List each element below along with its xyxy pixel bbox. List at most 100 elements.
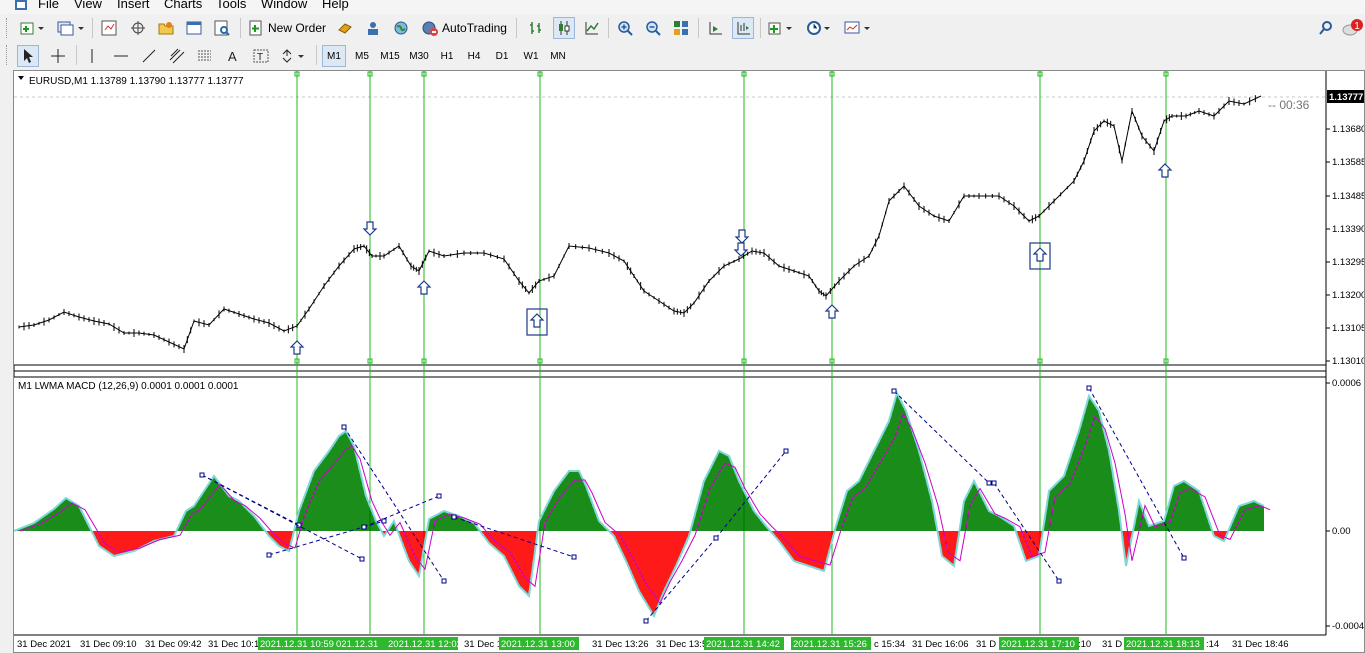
templates-icon <box>844 21 870 34</box>
tf-m15-button[interactable]: M15 <box>377 45 403 67</box>
time-axis-label: 31 Dec 2021 <box>17 639 71 650</box>
arrows-button[interactable] <box>278 45 310 67</box>
crosshair-icon <box>131 21 145 35</box>
new-order-button[interactable]: New Order <box>246 17 328 39</box>
macd-tick-label: 0.00 <box>1332 526 1351 537</box>
text-button[interactable]: A <box>222 45 244 67</box>
menu-tools[interactable]: Tools <box>216 0 246 11</box>
divergence-anchor <box>441 578 447 584</box>
menu-insert[interactable]: Insert <box>117 0 150 11</box>
divergence-anchor <box>991 480 997 486</box>
profiles-button[interactable] <box>55 17 87 39</box>
chart-header: EURUSD,M1 1.13789 1.13790 1.13777 1.1377… <box>29 76 244 87</box>
autotrading-button[interactable]: AutoTrading <box>418 17 510 39</box>
divergence-anchor <box>891 388 897 394</box>
text-label-button[interactable]: T <box>250 45 272 67</box>
price-tick-label: 1.13200 <box>1332 290 1364 301</box>
autoscroll-button[interactable] <box>732 17 754 39</box>
tf-h1-label: H1 <box>440 50 454 62</box>
svg-text:A: A <box>228 49 237 64</box>
price-tick-label: 1.13105 <box>1332 323 1364 334</box>
tf-mn-button[interactable]: MN <box>545 45 571 67</box>
horizontal-line-icon <box>114 55 128 57</box>
crosshair-tool-icon <box>51 49 65 63</box>
menu-help[interactable]: Help <box>322 0 349 11</box>
chart-window[interactable]: EURUSD,M1 1.13789 1.13790 1.13777 1.1377… <box>13 70 1365 653</box>
zoom-out-button[interactable] <box>642 17 664 39</box>
tf-d1-button[interactable]: D1 <box>490 45 514 67</box>
market-button[interactable] <box>362 17 384 39</box>
tf-w1-button[interactable]: W1 <box>518 45 544 67</box>
cursor-button[interactable] <box>17 45 39 67</box>
menu-window[interactable]: Window <box>261 0 307 11</box>
templates-button[interactable] <box>842 17 874 39</box>
market-watch-button[interactable] <box>98 17 120 39</box>
signals-button[interactable] <box>334 17 356 39</box>
tf-m5-button[interactable]: M5 <box>350 45 374 67</box>
periods-button[interactable] <box>804 17 836 39</box>
menu-charts[interactable]: Charts <box>164 0 202 11</box>
tf-m30-label: M30 <box>409 50 429 62</box>
tf-m1-button[interactable]: M1 <box>322 45 346 67</box>
new-chart-button[interactable] <box>18 17 48 39</box>
time-axis-label: 31 Dec 09:42 <box>145 639 202 650</box>
macd-tick-label: 0.0006 <box>1332 378 1361 389</box>
menu-view[interactable]: View <box>74 0 102 11</box>
terminal-icon <box>186 21 202 35</box>
chart-shift-icon <box>709 22 722 35</box>
navigator-button[interactable] <box>155 17 177 39</box>
indicators-button[interactable] <box>766 17 798 39</box>
menu-file[interactable]: File <box>38 0 59 11</box>
indicators-icon <box>768 22 792 35</box>
time-axis-label: 31 Dec 09:10 <box>80 639 137 650</box>
toolbar-grip[interactable] <box>6 18 10 38</box>
terminal-button[interactable] <box>183 17 205 39</box>
time-axis-label: 2021.12.31 12:02 <box>388 639 462 650</box>
line-chart-button[interactable] <box>581 17 603 39</box>
toolbar-grip[interactable] <box>6 45 10 65</box>
time-axis-label: 2021.12.31 18:13 <box>1126 639 1200 650</box>
zoom-in-button[interactable] <box>614 17 636 39</box>
tf-h4-label: H4 <box>467 50 481 62</box>
price-pane[interactable] <box>14 71 1326 365</box>
candlestick-icon <box>559 21 570 35</box>
app-icon <box>15 0 27 10</box>
trendline-button[interactable] <box>138 45 160 67</box>
horizontal-line-button[interactable] <box>110 45 132 67</box>
bar-chart-button[interactable] <box>525 17 547 39</box>
crosshair-button[interactable] <box>47 45 69 67</box>
price-tick-label: 1.13295 <box>1332 257 1364 268</box>
market-watch-icon <box>101 20 117 36</box>
divergence-anchor <box>1086 385 1092 391</box>
search-button[interactable] <box>1316 17 1336 39</box>
new-chart-icon <box>20 22 44 35</box>
vps-button[interactable] <box>390 17 412 39</box>
tf-h4-button[interactable]: H4 <box>462 45 486 67</box>
candlestick-button[interactable] <box>553 17 575 39</box>
notifications-button[interactable]: 1 <box>1342 17 1364 39</box>
svg-text:1: 1 <box>1354 21 1360 32</box>
price-tick-label: 1.13680 <box>1332 124 1364 135</box>
data-window-button[interactable] <box>127 17 149 39</box>
drawing-toolbar: A T M1 M5 M15 M30 H1 H4 D1 W1 MN <box>0 42 1365 69</box>
tile-windows-button[interactable] <box>670 17 692 39</box>
fibonacci-button[interactable] <box>194 45 216 67</box>
tf-mn-label: MN <box>550 50 566 62</box>
divergence-anchor <box>571 554 577 560</box>
folder-star-icon <box>158 22 174 35</box>
svg-text:T: T <box>257 52 263 63</box>
chart-shift-button[interactable] <box>704 17 726 39</box>
new-order-icon <box>249 20 262 36</box>
channel-button[interactable] <box>166 45 188 67</box>
price-axis: 1.13680 1.13585 1.13485 1.13390 1.13295 1.132… <box>1326 124 1364 367</box>
time-axis-label: 2021.12.31 10:59 <box>260 639 334 650</box>
tf-w1-label: W1 <box>523 50 539 62</box>
strategy-tester-button[interactable] <box>211 17 233 39</box>
price-tick-label: 1.13485 <box>1332 191 1364 202</box>
time-axis-label: 2021.12.31 14:42 <box>706 639 780 650</box>
tf-h1-button[interactable]: H1 <box>435 45 459 67</box>
tester-icon <box>214 20 230 36</box>
vertical-line-button[interactable] <box>81 45 103 67</box>
chart-canvas[interactable]: EURUSD,M1 1.13789 1.13790 1.13777 1.1377… <box>14 71 1364 652</box>
tf-m30-button[interactable]: M30 <box>405 45 433 67</box>
